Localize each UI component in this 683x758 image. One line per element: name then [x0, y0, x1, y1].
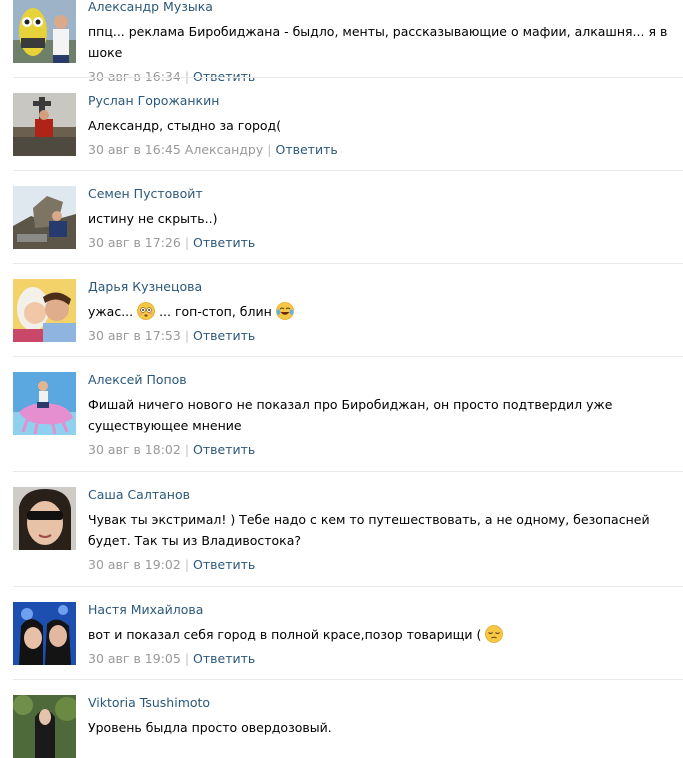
comment-text: Фишай ничего нового не показал про Бироб…: [88, 397, 613, 433]
meta-separator: |: [267, 142, 272, 157]
reply-link[interactable]: Ответить: [275, 142, 337, 157]
comment-divider: [13, 77, 683, 78]
crying-laughing-icon: [275, 302, 294, 320]
comment-meta: 30 авг в 19:05 | Ответить: [88, 651, 683, 667]
avatar[interactable]: [13, 695, 76, 758]
meta-separator: |: [184, 328, 190, 343]
comment-date[interactable]: 30 авг в 17:26: [88, 235, 181, 250]
avatar-photo-icon: [13, 0, 76, 63]
avatar-photo-icon: [13, 372, 76, 435]
reply-link[interactable]: Ответить: [193, 328, 255, 343]
author-name-link[interactable]: Александр Музыка: [88, 0, 683, 15]
reply-link[interactable]: Ответить: [193, 442, 255, 457]
avatar-photo-icon: [13, 93, 76, 156]
author-name-link[interactable]: Руслан Горожанкин: [88, 93, 683, 109]
meta-separator: |: [184, 651, 190, 666]
comment-divider: [13, 679, 683, 680]
reply-to-link[interactable]: Александру: [185, 142, 263, 157]
avatar[interactable]: [13, 93, 76, 156]
comment-text: ппц... реклама Биробиджана - быдло, мент…: [88, 24, 668, 60]
author-name-link[interactable]: Viktoria Tsushimoto: [88, 695, 683, 711]
flushed-face-icon: [137, 302, 155, 320]
pensive-face-icon: [485, 625, 504, 643]
avatar-photo-icon: [13, 186, 76, 249]
comment-divider: [13, 263, 683, 264]
comment-text: истину не скрыть..): [88, 211, 218, 226]
avatar[interactable]: [13, 602, 76, 665]
avatar[interactable]: [13, 372, 76, 435]
meta-separator: |: [184, 557, 190, 572]
comment-divider: [13, 471, 683, 472]
comment-text: ужас... ... гоп-стоп, блин: [88, 301, 683, 322]
comment-divider: [13, 356, 683, 357]
avatar[interactable]: [13, 279, 76, 342]
reply-link[interactable]: Ответить: [193, 651, 255, 666]
comment-date[interactable]: 30 авг в 19:02: [88, 557, 181, 572]
comment-meta: 30 авг в 17:26 | Ответить: [88, 235, 683, 251]
author-name-link[interactable]: Саша Салтанов: [88, 487, 683, 503]
avatar[interactable]: [13, 0, 76, 63]
author-name-link[interactable]: Семен Пустовойт: [88, 186, 683, 202]
comment-meta: 30 авг в 18:02 | Ответить: [88, 442, 683, 458]
comment-divider: [13, 586, 683, 587]
comment-text: Чувак ты экстримал! ) Тебе надо с кем то…: [88, 512, 650, 548]
avatar-photo-icon: [13, 279, 76, 342]
comment-meta: 30 авг в 16:45 Александру | Ответить: [88, 142, 683, 158]
comment-meta: 30 авг в 17:53 | Ответить: [88, 328, 683, 344]
comment-text: Уровень быдла просто овердозовый.: [88, 720, 332, 735]
comment-meta: 30 авг в 19:02 | Ответить: [88, 557, 683, 573]
reply-link[interactable]: Ответить: [193, 235, 255, 250]
comment-date[interactable]: 30 авг в 17:53: [88, 328, 181, 343]
comment-text: Александр, стыдно за город(: [88, 118, 282, 133]
meta-separator: |: [184, 235, 190, 250]
avatar-photo-icon: [13, 695, 76, 758]
avatar-photo-icon: [13, 602, 76, 665]
author-name-link[interactable]: Дарья Кузнецова: [88, 279, 683, 295]
author-name-link[interactable]: Настя Михайлова: [88, 602, 683, 618]
comment-date[interactable]: 30 авг в 16:45: [88, 142, 181, 157]
reply-link[interactable]: Ответить: [193, 557, 255, 572]
avatar-photo-icon: [13, 487, 76, 550]
author-name-link[interactable]: Алексей Попов: [88, 372, 683, 388]
comment-date[interactable]: 30 авг в 19:05: [88, 651, 181, 666]
comment-date[interactable]: 30 авг в 18:02: [88, 442, 181, 457]
comments-feed: Александр Музыка ппц... реклама Биробидж…: [0, 0, 683, 758]
comment-divider: [13, 170, 683, 171]
avatar[interactable]: [13, 487, 76, 550]
meta-separator: |: [184, 442, 190, 457]
avatar[interactable]: [13, 186, 76, 249]
comment-text: вот и показал себя город в полной красе,…: [88, 624, 683, 645]
